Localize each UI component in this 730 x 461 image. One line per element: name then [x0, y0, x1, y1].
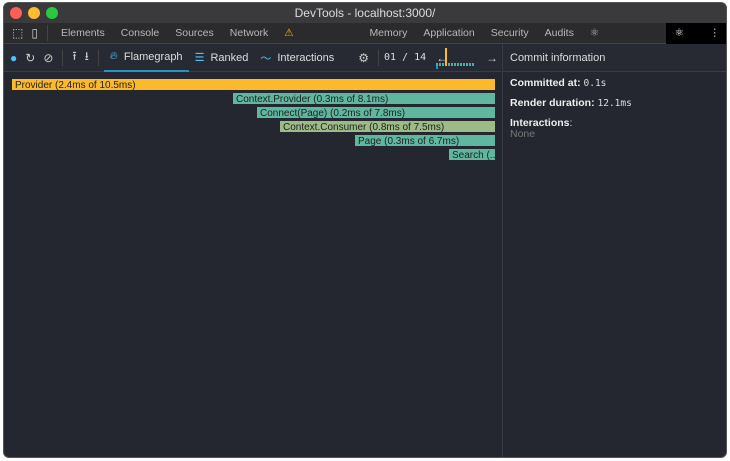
commit-info-header: Commit information [503, 44, 726, 72]
commit-bar[interactable] [436, 63, 438, 66]
tab-components[interactable]: ⚛ Components [582, 23, 667, 60]
profiler-toolbar: ● ↻ ⊘ ⭱ ⭳ 🔥︎ Flamegraph ☰ Ranked 〜 Interact… [4, 44, 501, 72]
flame-bar[interactable]: Context.Consumer (0.8ms of 7.5ms) [279, 120, 496, 133]
devtools-window: DevTools - localhost:3000/ ⬚ ▯ Elements C… [3, 2, 727, 458]
commit-bar[interactable] [454, 63, 456, 66]
title-bar: DevTools - localhost:3000/ [4, 3, 726, 23]
zoom-button[interactable] [46, 7, 58, 19]
flame-icon: 🔥︎ [109, 50, 118, 62]
close-button[interactable] [10, 7, 22, 19]
flame-bar[interactable]: Connect(Page) (0.2ms of 7.8ms) [256, 106, 496, 119]
tab-application[interactable]: Application [415, 23, 482, 44]
react-icon: ⚛ [589, 26, 600, 39]
commit-info-panel: Commit information Committed at: 0.1s Re… [502, 44, 726, 457]
commit-bar[interactable] [451, 63, 453, 66]
warning-icon: ⚠ [284, 26, 294, 39]
clear-icon[interactable]: ⊘ [43, 51, 53, 65]
flame-bar[interactable]: Search (... [448, 148, 496, 161]
commit-bar[interactable] [469, 63, 471, 66]
flame-bar[interactable]: Context.Provider (0.3ms of 8.1ms) [232, 92, 496, 105]
render-duration-value: 12.1ms [597, 98, 632, 109]
tab-console[interactable]: Console [113, 23, 168, 44]
commit-bar[interactable] [457, 63, 459, 66]
commit-counter: 01 / 14 [384, 52, 427, 63]
window-title: DevTools - localhost:3000/ [294, 6, 436, 20]
device-toolbar-icon[interactable]: ▯ [31, 26, 38, 40]
flame-bar[interactable]: Provider (2.4ms of 10.5ms) [11, 78, 496, 91]
commit-bar[interactable] [442, 63, 444, 66]
tab-performance[interactable]: ⚠ Performance [276, 23, 361, 60]
record-button[interactable]: ● [10, 51, 17, 65]
flamegraph-chart: Provider (2.4ms of 10.5ms) Context.Provid… [4, 73, 501, 457]
next-commit-button[interactable]: → [486, 51, 498, 65]
tab-security[interactable]: Security [483, 23, 537, 44]
download-icon[interactable]: ⭳ [85, 47, 89, 68]
minimize-button[interactable] [28, 7, 40, 19]
tab-audits[interactable]: Audits [537, 23, 582, 44]
committed-at-value: 0.1s [583, 78, 607, 89]
tab-interactions[interactable]: 〜 Interactions [254, 44, 340, 72]
panel-tabs: ⬚ ▯ ElementsConsoleSourcesNetwork⚠ Perfo… [4, 22, 726, 60]
interactions-icon: 〜 [260, 52, 272, 65]
react-icon: ⚛ [674, 26, 684, 39]
commit-selector[interactable] [436, 46, 476, 70]
inspect-element-icon[interactable]: ⬚ [12, 26, 23, 40]
tab-elements[interactable]: Elements [53, 23, 113, 44]
tab-ranked[interactable]: ☰ Ranked [189, 44, 255, 72]
ranked-icon: ☰ [194, 52, 205, 64]
commit-bar[interactable] [466, 63, 468, 66]
interactions-value: None [510, 128, 536, 140]
commit-bar[interactable] [460, 63, 462, 66]
commit-bar[interactable] [445, 48, 447, 66]
flame-bar[interactable]: Page (0.3ms of 6.7ms) [354, 134, 496, 147]
commit-bar[interactable] [463, 63, 465, 66]
tab-sources[interactable]: Sources [167, 23, 222, 44]
tab-memory[interactable]: Memory [361, 23, 415, 44]
more-menu-icon[interactable]: ⋮ [710, 27, 721, 39]
tab-flamegraph[interactable]: 🔥︎ Flamegraph [103, 44, 189, 72]
commit-bar[interactable] [448, 63, 450, 66]
tab-network[interactable]: Network [222, 23, 277, 44]
commit-bar[interactable] [472, 63, 474, 66]
commit-bar[interactable] [439, 63, 441, 66]
reload-icon[interactable]: ↻ [25, 51, 35, 65]
upload-icon[interactable]: ⭱ [72, 47, 76, 68]
settings-icon[interactable]: ⚙ [358, 51, 369, 65]
